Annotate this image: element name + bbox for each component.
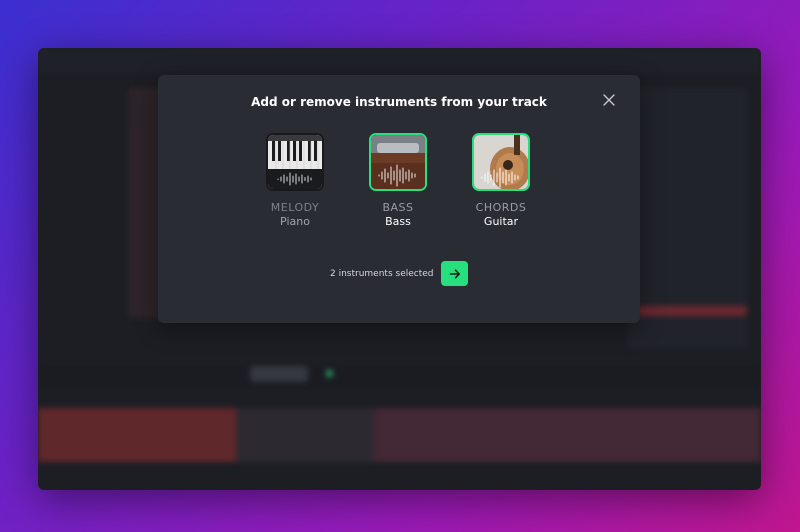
close-button[interactable]: [600, 91, 618, 109]
bg-top-bar: [38, 48, 761, 74]
bg-status-dot: [326, 370, 333, 377]
bg-action-bar: [637, 306, 747, 316]
instrument-thumbnail: [369, 133, 427, 191]
guitar-icon: [474, 135, 528, 189]
instrument-name: Bass: [385, 215, 411, 228]
bg-track-segment: [236, 408, 374, 462]
instrument-card-guitar[interactable]: CHORDS Guitar: [451, 133, 551, 228]
close-icon: [603, 94, 615, 106]
instrument-thumbnail: [472, 133, 530, 191]
instrument-dialog: Add or remove instruments from your trac…: [158, 75, 640, 323]
bg-track-segment: [38, 408, 236, 462]
arrow-right-icon: [449, 268, 460, 279]
instrument-card-piano[interactable]: MELODY Piano: [245, 133, 345, 228]
bg-toolbar: [38, 366, 761, 388]
instrument-name: Guitar: [483, 215, 519, 228]
instrument-category: BASS: [382, 201, 414, 214]
instrument-category: MELODY: [270, 201, 320, 214]
piano-keys-icon: [268, 135, 322, 189]
dialog-title: Add or remove instruments from your trac…: [251, 95, 547, 109]
selection-status: 2 instruments selected: [330, 269, 434, 279]
instrument-category: CHORDS: [475, 201, 527, 214]
instrument-name: Piano: [280, 215, 310, 228]
instrument-thumbnail: [266, 133, 324, 191]
bass-instrument-icon: [371, 135, 425, 189]
bg-toolbar-pill: [250, 366, 308, 382]
continue-button[interactable]: [441, 261, 468, 286]
instrument-card-bass[interactable]: BASS Bass: [348, 133, 448, 228]
bg-track-segment: [374, 408, 761, 462]
